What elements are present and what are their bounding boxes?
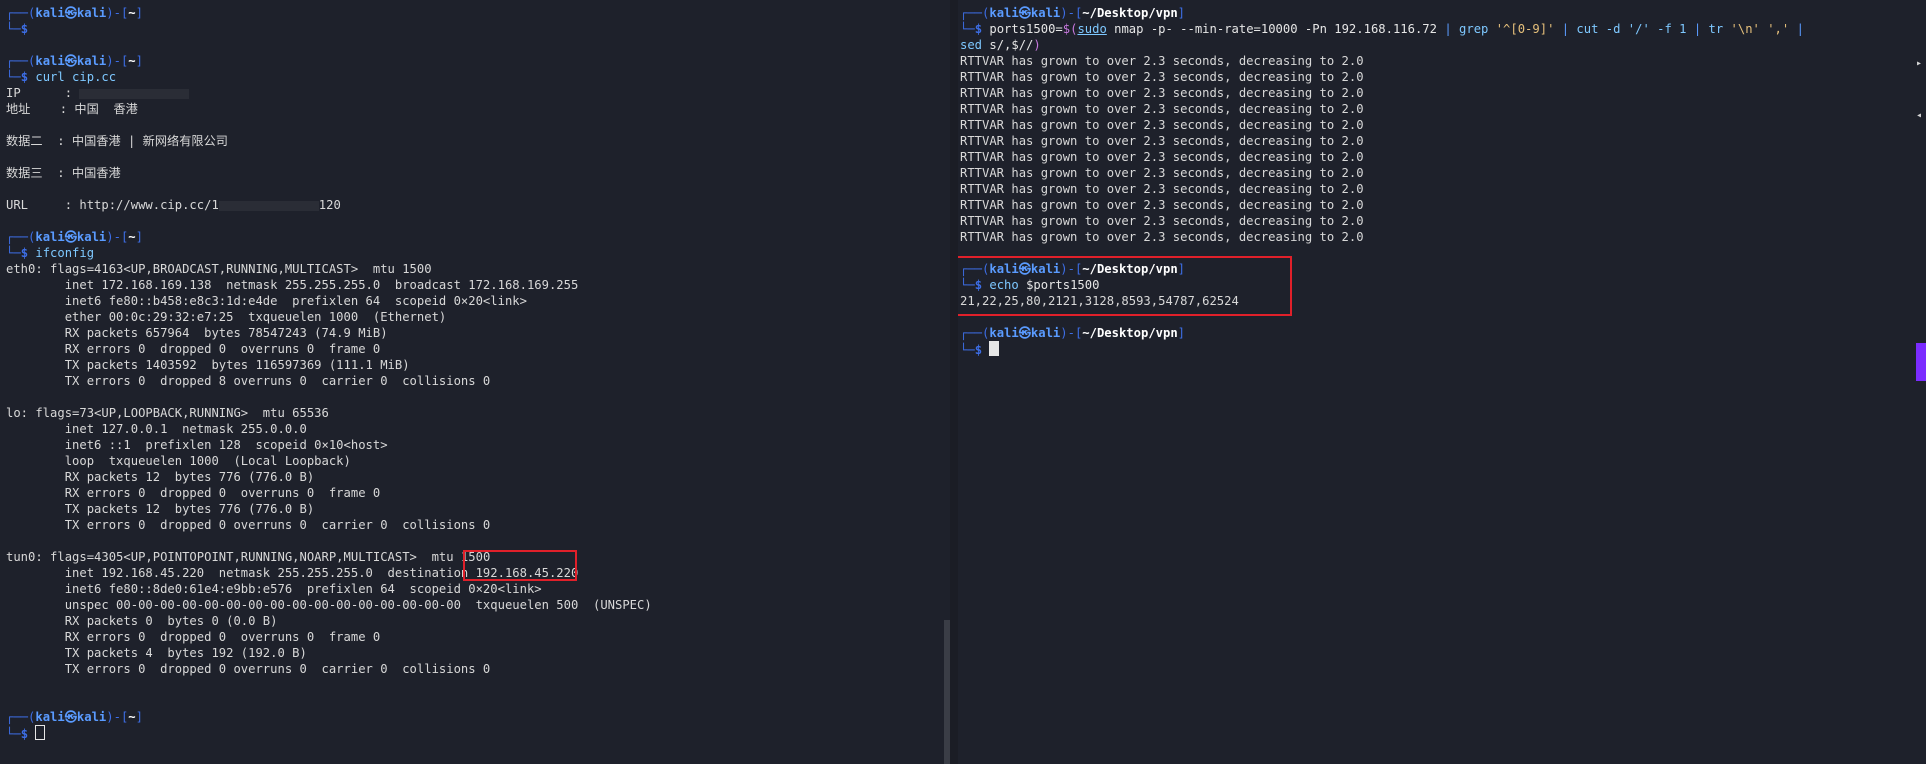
output-line: TX errors 0 dropped 0 overruns 0 carrier… bbox=[6, 662, 491, 676]
rttvar-line: RTTVAR has grown to over 2.3 seconds, de… bbox=[960, 54, 1364, 68]
prompt-line: ┌──(kali㉿kali)-[~/Desktop/vpn] bbox=[960, 6, 1186, 20]
right-terminal-output: ┌──(kali㉿kali)-[~/Desktop/vpn] └─$ ports… bbox=[960, 5, 1898, 357]
output-line: ether 00:0c:29:32:e7:25 txqueuelen 1000 … bbox=[6, 310, 447, 324]
output-line: inet6 fe80::b458:e8c3:1d:e4de prefixlen … bbox=[6, 294, 527, 308]
output-line: RX errors 0 dropped 0 overruns 0 frame 0 bbox=[6, 342, 381, 356]
curl-command: curl cip.cc bbox=[35, 70, 117, 84]
command-line: └─$ echo $ports1500 bbox=[960, 278, 1100, 292]
output-line: RX packets 657964 bytes 78547243 (74.9 M… bbox=[6, 326, 388, 340]
output-line: RX packets 12 bytes 776 (776.0 B) bbox=[6, 470, 315, 484]
prompt-line: ┌──(kali㉿kali)-[~] bbox=[6, 230, 143, 244]
prompt-line: ┌──(kali㉿kali)-[~] bbox=[6, 710, 143, 724]
output-line: inet 172.168.169.138 netmask 255.255.255… bbox=[6, 278, 579, 292]
text-cursor bbox=[989, 341, 1000, 356]
rttvar-line: RTTVAR has grown to over 2.3 seconds, de… bbox=[960, 198, 1364, 212]
output-line: TX packets 12 bytes 776 (776.0 B) bbox=[6, 502, 315, 516]
rttvar-line: RTTVAR has grown to over 2.3 seconds, de… bbox=[960, 86, 1364, 100]
active-command-line[interactable]: └─$ bbox=[960, 341, 1898, 357]
output-line: IP : bbox=[6, 85, 944, 101]
output-line: tun0: flags=4305<UP,POINTOPOINT,RUNNING,… bbox=[6, 550, 491, 564]
command-line: └─$ ports1500=$(sudo nmap -p- --min-rate… bbox=[960, 22, 1804, 36]
text-cursor bbox=[35, 725, 46, 740]
output-line: TX errors 0 dropped 0 overruns 0 carrier… bbox=[6, 518, 491, 532]
output-line: TX packets 4 bytes 192 (192.0 B) bbox=[6, 646, 307, 660]
output-line: TX packets 1403592 bytes 116597369 (111.… bbox=[6, 358, 410, 372]
output-line: loop txqueuelen 1000 (Local Loopback) bbox=[6, 454, 351, 468]
output-line: TX errors 0 dropped 8 overruns 0 carrier… bbox=[6, 374, 491, 388]
output-line: RX packets 0 bytes 0 (0.0 B) bbox=[6, 614, 278, 628]
rttvar-line: RTTVAR has grown to over 2.3 seconds, de… bbox=[960, 134, 1364, 148]
pane-divider[interactable] bbox=[950, 0, 958, 764]
rttvar-line: RTTVAR has grown to over 2.3 seconds, de… bbox=[960, 118, 1364, 132]
redacted-ip bbox=[79, 88, 190, 99]
output-line: 地址 : 中国 香港 bbox=[6, 102, 138, 116]
rttvar-line: RTTVAR has grown to over 2.3 seconds, de… bbox=[960, 214, 1364, 228]
chevron-right-icon: ▸ bbox=[1916, 58, 1923, 69]
command-line-wrap: sed s/,$//) bbox=[960, 38, 1041, 52]
prompt-line: ┌──(kali㉿kali)-[~/Desktop/vpn] bbox=[960, 262, 1186, 276]
left-terminal-output: ┌──(kali㉿kali)-[~] └─$ ┌──(kali㉿kali)-[~… bbox=[6, 5, 944, 741]
command-line: └─$ bbox=[6, 22, 36, 36]
output-line: inet 127.0.0.1 netmask 255.0.0.0 bbox=[6, 422, 307, 436]
output-line: 数据二 : 中国香港 | 新网络有限公司 bbox=[6, 134, 228, 148]
output-line: URL : http://www.cip.cc/1 120 bbox=[6, 198, 341, 212]
output-line: inet6 fe80::8de0:61e4:e9bb:e576 prefixle… bbox=[6, 582, 542, 596]
echo-command: echo bbox=[989, 278, 1019, 292]
right-terminal-pane[interactable]: ┌──(kali㉿kali)-[~/Desktop/vpn] └─$ ports… bbox=[958, 0, 1898, 764]
left-terminal-pane[interactable]: ┌──(kali㉿kali)-[~] └─$ ┌──(kali㉿kali)-[~… bbox=[0, 0, 944, 764]
rttvar-line: RTTVAR has grown to over 2.3 seconds, de… bbox=[960, 230, 1364, 244]
command-line: └─$ ifconfig bbox=[6, 246, 95, 260]
rttvar-line: RTTVAR has grown to over 2.3 seconds, de… bbox=[960, 166, 1364, 180]
output-line: 数据三 : 中国香港 bbox=[6, 166, 121, 180]
ifconfig-command: ifconfig bbox=[35, 246, 95, 260]
active-command-line[interactable]: └─$ bbox=[6, 725, 944, 741]
output-line: inet 192.168.45.220 netmask 255.255.255.… bbox=[6, 566, 579, 580]
output-line: eth0: flags=4163<UP,BROADCAST,RUNNING,MU… bbox=[6, 262, 432, 276]
output-line: lo: flags=73<UP,LOOPBACK,RUNNING> mtu 65… bbox=[6, 406, 329, 420]
rttvar-line: RTTVAR has grown to over 2.3 seconds, de… bbox=[960, 182, 1364, 196]
output-line: RX errors 0 dropped 0 overruns 0 frame 0 bbox=[6, 486, 381, 500]
tun0-mtu: mtu 1500 bbox=[431, 550, 491, 564]
prompt-line: ┌──(kali㉿kali)-[~] bbox=[6, 6, 143, 20]
scrollbar-thumb[interactable] bbox=[1916, 343, 1926, 381]
chevron-left-icon: ◂ bbox=[1916, 110, 1923, 121]
prompt-line: ┌──(kali㉿kali)-[~/Desktop/vpn] bbox=[960, 326, 1186, 340]
output-line: unspec 00-00-00-00-00-00-00-00-00-00-00-… bbox=[6, 598, 652, 612]
output-line: RX errors 0 dropped 0 overruns 0 frame 0 bbox=[6, 630, 381, 644]
rttvar-line: RTTVAR has grown to over 2.3 seconds, de… bbox=[960, 102, 1364, 116]
output-line: inet6 ::1 prefixlen 128 scopeid 0×10<hos… bbox=[6, 438, 388, 452]
redacted-url bbox=[218, 200, 319, 211]
rttvar-line: RTTVAR has grown to over 2.3 seconds, de… bbox=[960, 150, 1364, 164]
rttvar-output: RTTVAR has grown to over 2.3 seconds, de… bbox=[960, 53, 1898, 245]
prompt-line: ┌──(kali㉿kali)-[~] bbox=[6, 54, 143, 68]
rttvar-line: RTTVAR has grown to over 2.3 seconds, de… bbox=[960, 70, 1364, 84]
ports-output: 21,22,25,80,2121,3128,8593,54787,62524 bbox=[960, 294, 1239, 308]
command-line: └─$ curl cip.cc bbox=[6, 70, 117, 84]
